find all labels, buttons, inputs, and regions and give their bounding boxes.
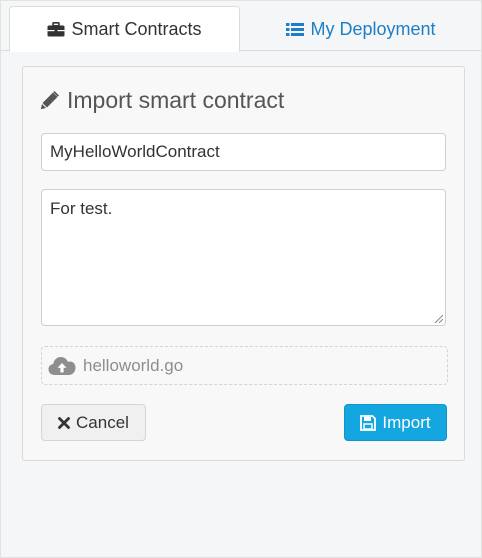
tab-smart-contracts-label: Smart Contracts — [71, 18, 202, 39]
import-button[interactable]: Import — [344, 404, 447, 441]
cancel-button[interactable]: Cancel — [41, 404, 146, 441]
contract-name-input[interactable]: MyHelloWorldContract — [41, 133, 446, 171]
cloud-upload-icon — [48, 356, 76, 376]
resize-grip-icon[interactable] — [434, 314, 443, 323]
contract-description-textarea[interactable]: For test. — [41, 189, 446, 326]
panel-title: Import smart contract — [40, 87, 284, 114]
import-button-label: Import — [382, 412, 431, 432]
description-text: For test. — [50, 199, 113, 218]
briefcase-icon — [47, 21, 65, 37]
close-icon — [58, 416, 70, 429]
cancel-button-label: Cancel — [76, 412, 129, 432]
pencil-icon — [40, 91, 59, 110]
import-panel: Import smart contract MyHelloWorldContra… — [22, 66, 465, 461]
panel-title-text: Import smart contract — [67, 87, 285, 113]
file-name: helloworld.go — [83, 355, 184, 375]
app-frame: Smart Contracts My Deployment Import sma… — [0, 0, 482, 558]
file-upload-zone[interactable]: helloworld.go — [41, 346, 448, 385]
tab-my-deployment-label: My Deployment — [310, 18, 436, 39]
tab-smart-contracts[interactable]: Smart Contracts — [9, 6, 240, 52]
list-icon — [286, 22, 305, 37]
tab-my-deployment[interactable]: My Deployment — [241, 6, 481, 52]
tab-bar: Smart Contracts My Deployment — [1, 1, 481, 52]
save-icon — [360, 414, 377, 431]
